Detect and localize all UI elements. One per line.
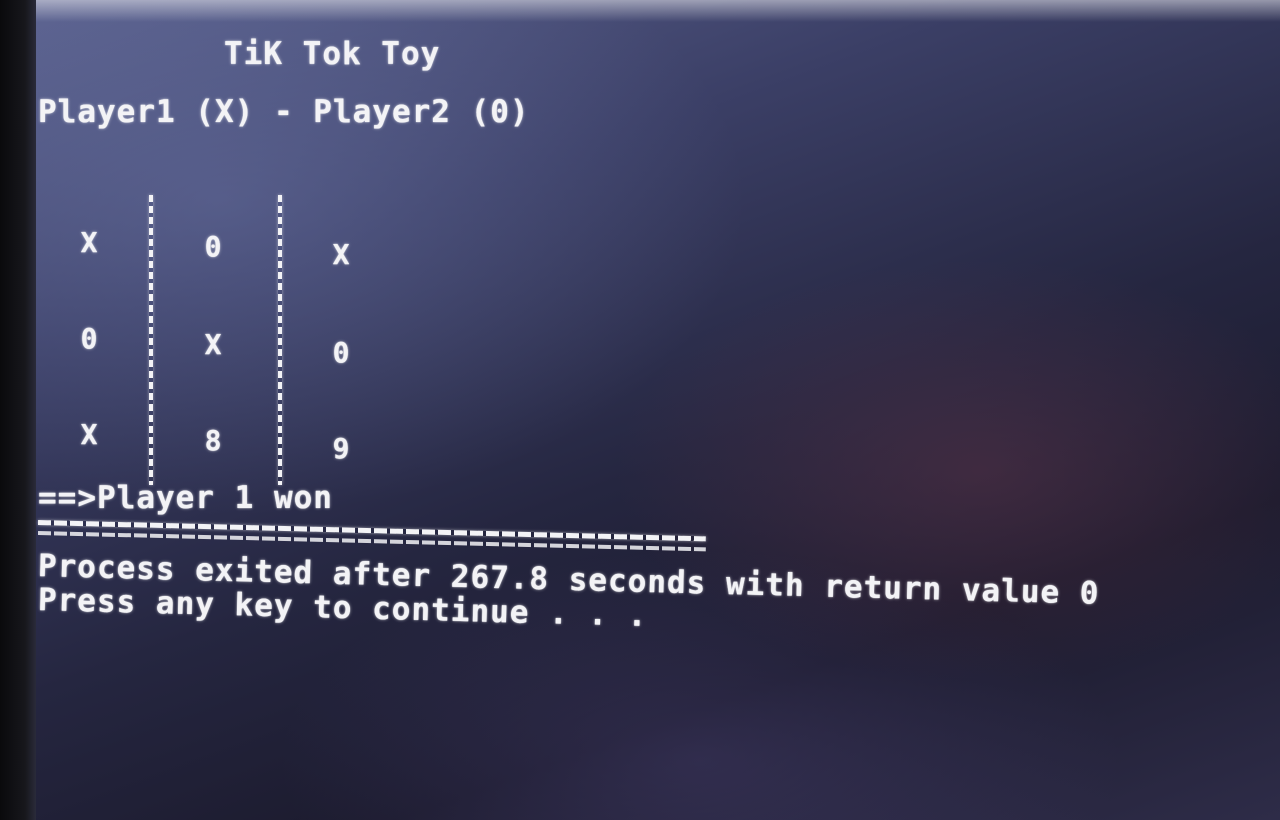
- board-cell-1: X: [80, 226, 98, 259]
- game-title: TiK Tok Toy: [224, 36, 441, 72]
- board-divider-right: [278, 195, 282, 485]
- board-cell-3: X: [332, 238, 350, 271]
- console-window[interactable]: TiK Tok Toy Player1 (X) - Player2 (0) X …: [38, 0, 1268, 820]
- game-result: ==>Player 1 won: [38, 480, 333, 516]
- monitor-bezel-left: [0, 0, 36, 820]
- board-cell-7: X: [80, 418, 98, 451]
- board-divider-left: [149, 195, 153, 485]
- board-cell-4: 0: [80, 322, 98, 355]
- monitor-screen: TiK Tok Toy Player1 (X) - Player2 (0) X …: [0, 0, 1280, 820]
- board-cell-6: 0: [332, 336, 350, 369]
- players-legend: Player1 (X) - Player2 (0): [38, 94, 530, 130]
- board-cell-2: 0: [204, 230, 222, 263]
- board-cell-9: 9: [332, 432, 350, 465]
- board-cell-8: 8: [204, 424, 222, 457]
- board-cell-5: X: [204, 328, 222, 361]
- separator-line: [37, 520, 706, 542]
